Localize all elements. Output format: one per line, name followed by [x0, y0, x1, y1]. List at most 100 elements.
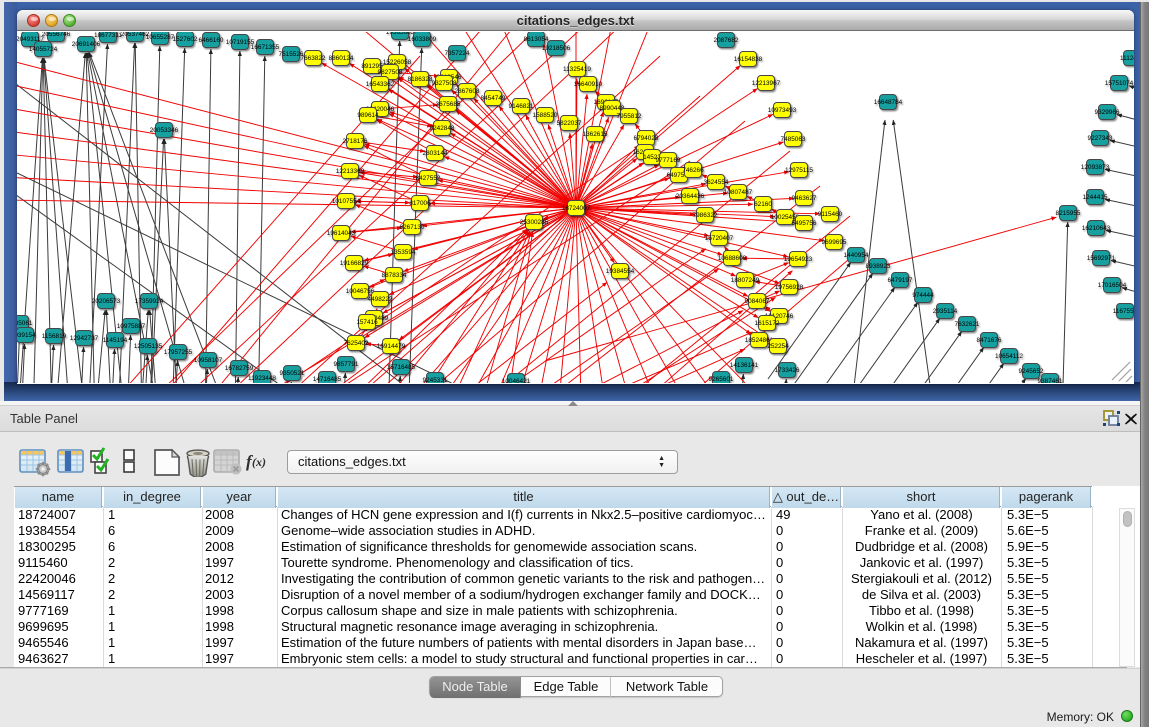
- svg-text:746266: 746266: [682, 167, 704, 174]
- svg-text:7955812: 7955812: [617, 113, 642, 120]
- svg-text:17359924: 17359924: [135, 298, 164, 305]
- svg-text:9084067: 9084067: [745, 298, 770, 305]
- svg-text:7663822: 7663822: [301, 55, 326, 62]
- svg-text:1527602: 1527602: [173, 36, 198, 43]
- svg-text:9265601: 9265601: [709, 376, 734, 383]
- svg-text:16033809: 16033809: [408, 36, 437, 43]
- svg-text:8427552: 8427552: [416, 175, 441, 182]
- svg-text:5495756: 5495756: [792, 220, 817, 227]
- svg-text:25300285: 25300285: [520, 219, 549, 226]
- svg-text:8471676: 8471676: [977, 337, 1002, 344]
- svg-text:10973493: 10973493: [768, 107, 797, 114]
- svg-text:2087682: 2087682: [714, 37, 739, 44]
- svg-text:19218506: 19218506: [542, 45, 571, 52]
- svg-text:8860124: 8860124: [329, 55, 354, 62]
- svg-text:20556746: 20556746: [42, 32, 71, 38]
- svg-text:19756928: 19756928: [775, 284, 804, 291]
- svg-text:7625402: 7625402: [344, 340, 369, 347]
- svg-text:16914479: 16914479: [377, 343, 406, 350]
- svg-text:7485063: 7485063: [781, 136, 806, 143]
- svg-text:9350521: 9350521: [280, 370, 305, 377]
- svg-text:1244415: 1244415: [1083, 194, 1108, 201]
- svg-text:817006: 817006: [409, 200, 431, 207]
- svg-text:10107554: 10107554: [332, 198, 361, 205]
- svg-text:7986322: 7986322: [693, 212, 718, 219]
- svg-text:1167551: 1167551: [1113, 308, 1134, 315]
- svg-text:(x): (x): [252, 455, 266, 469]
- svg-text:14136141: 14136141: [730, 362, 759, 369]
- svg-text:15716485: 15716485: [387, 364, 416, 371]
- svg-text:1156819: 1156819: [42, 333, 67, 340]
- svg-text:1353594: 1353594: [391, 249, 416, 256]
- svg-text:14716485: 14716485: [313, 376, 342, 383]
- svg-text:12093873: 12093873: [1081, 164, 1110, 171]
- svg-text:1362615: 1362615: [583, 131, 608, 138]
- svg-text:8215955: 8215955: [1056, 210, 1081, 217]
- svg-text:2867608: 2867608: [455, 88, 480, 95]
- svg-text:1145194: 1145194: [103, 337, 128, 344]
- svg-text:15720407: 15720407: [705, 235, 734, 242]
- svg-text:9245652: 9245652: [1019, 368, 1044, 375]
- svg-text:9146821: 9146821: [509, 103, 534, 110]
- svg-text:10046756: 10046756: [346, 288, 375, 295]
- svg-text:18807249: 18807249: [731, 277, 760, 284]
- svg-text:8186328: 8186328: [408, 76, 433, 83]
- svg-text:19614043: 19614043: [327, 230, 356, 237]
- svg-text:974444: 974444: [912, 292, 934, 299]
- svg-text:20053346: 20053346: [150, 127, 179, 134]
- svg-text:9777169: 9777169: [656, 157, 681, 164]
- svg-text:10655287: 10655287: [146, 34, 175, 41]
- svg-text:9245331: 9245331: [423, 377, 448, 383]
- svg-text:1733426: 1733426: [775, 367, 800, 374]
- svg-text:15692971: 15692971: [1087, 255, 1116, 262]
- svg-text:8267130: 8267130: [400, 224, 425, 231]
- svg-text:17957255: 17957255: [164, 349, 193, 356]
- svg-text:9827508: 9827508: [378, 69, 403, 76]
- svg-text:4498222: 4498222: [368, 296, 393, 303]
- svg-text:9857791: 9857791: [334, 361, 359, 368]
- svg-text:62160: 62160: [754, 201, 772, 208]
- svg-text:17016504: 17016504: [1098, 282, 1127, 289]
- svg-text:9227343: 9227343: [1088, 135, 1113, 142]
- svg-text:8535061: 8535061: [17, 320, 33, 327]
- svg-text:1440954: 1440954: [844, 252, 869, 259]
- svg-text:6479197: 6479197: [888, 277, 913, 284]
- svg-text:9387461: 9387461: [1038, 378, 1063, 383]
- svg-text:18724007: 18724007: [562, 205, 591, 212]
- svg-text:12505135: 12505135: [134, 343, 163, 350]
- svg-text:6466160: 6466160: [199, 37, 224, 44]
- svg-text:2935114: 2935114: [933, 308, 958, 315]
- svg-text:9327508: 9327508: [432, 80, 457, 87]
- svg-text:16640910: 16640910: [574, 81, 603, 88]
- svg-text:157416: 157416: [356, 319, 378, 326]
- svg-text:939154: 939154: [17, 332, 36, 339]
- svg-text:1112472: 1112472: [1120, 55, 1134, 62]
- svg-text:3624554: 3624554: [704, 179, 729, 186]
- svg-text:10654112: 10654112: [995, 353, 1023, 360]
- svg-text:9242848: 9242848: [430, 125, 455, 132]
- svg-text:2803144: 2803144: [423, 150, 448, 157]
- svg-text:18677311: 18677311: [94, 32, 122, 39]
- svg-text:2718176: 2718176: [343, 138, 368, 145]
- svg-text:16543362: 16543362: [366, 81, 395, 88]
- svg-text:10046421: 10046421: [502, 378, 531, 383]
- svg-text:20206573: 20206573: [92, 298, 121, 305]
- svg-text:16154838: 16154838: [734, 56, 763, 63]
- svg-text:9115460: 9115460: [818, 211, 843, 218]
- svg-text:20364436: 20364436: [676, 193, 705, 200]
- svg-text:5822037: 5822037: [557, 120, 582, 127]
- svg-text:3675685: 3675685: [436, 101, 461, 108]
- svg-text:15751074: 15751074: [1105, 80, 1134, 87]
- svg-text:12975115: 12975115: [785, 167, 813, 174]
- svg-text:12942737: 12942737: [70, 335, 99, 342]
- svg-text:10958107: 10958107: [194, 357, 223, 364]
- svg-text:16210643: 16210643: [1082, 225, 1111, 232]
- svg-text:12213967: 12213967: [752, 80, 781, 87]
- svg-text:11923448: 11923448: [248, 375, 276, 382]
- svg-text:19654923: 19654923: [784, 256, 813, 263]
- svg-text:10688609: 10688609: [718, 255, 747, 262]
- svg-text:14055724: 14055724: [29, 46, 58, 53]
- svg-text:19384554: 19384554: [606, 268, 635, 275]
- svg-text:10975887: 10975887: [117, 323, 146, 330]
- svg-text:9463627: 9463627: [792, 195, 817, 202]
